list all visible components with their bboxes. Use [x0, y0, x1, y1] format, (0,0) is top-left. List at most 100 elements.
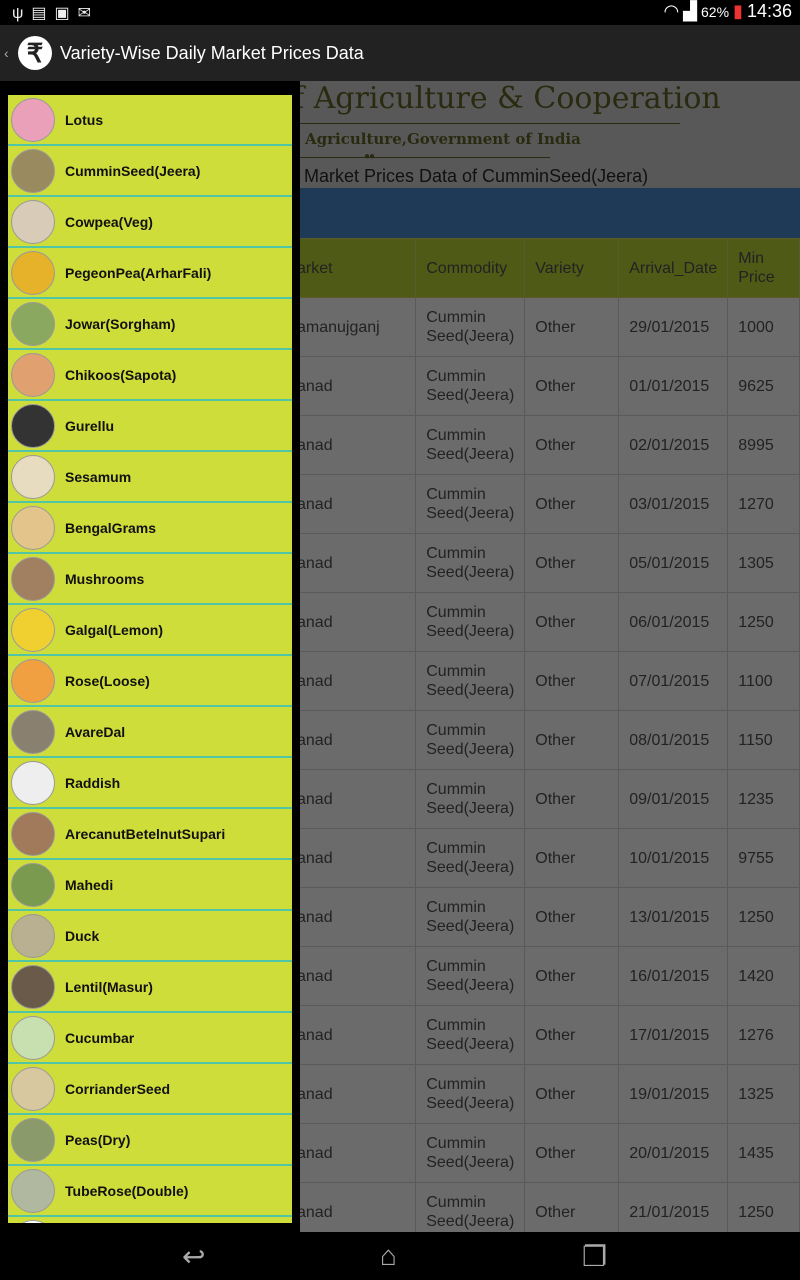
table-cell: anad — [289, 1123, 417, 1183]
commodity-thumbnail-icon — [11, 1168, 55, 1213]
table-cell: anad — [289, 1182, 417, 1232]
commodity-thumbnail-icon — [11, 556, 55, 601]
column-header: arket — [289, 238, 417, 298]
drawer-item[interactable]: ArecanutBetelnutSupari — [8, 809, 292, 860]
drawer-item[interactable] — [8, 1217, 292, 1223]
drawer-item[interactable]: Duck — [8, 911, 292, 962]
battery-icon: ▮ — [733, 1, 743, 21]
table-cell: 9625 — [727, 356, 800, 416]
table-row: anad Cummin Seed(Jeera) Other 09/01/2015 123… — [289, 769, 800, 829]
drawer-item[interactable]: Cucumbar — [8, 1013, 292, 1064]
drawer-item-label: Mushrooms — [65, 570, 145, 587]
commodity-thumbnail-icon — [11, 964, 55, 1009]
drawer-item[interactable]: AvareDal — [8, 707, 292, 758]
table-cell: Cummin Seed(Jeera) — [415, 533, 526, 593]
back-icon[interactable]: ↩ — [182, 1240, 205, 1273]
table-cell: 9755 — [727, 828, 800, 888]
table-cell: Cummin Seed(Jeera) — [415, 1123, 526, 1183]
drawer-item[interactable]: PegeonPea(ArharFali) — [8, 248, 292, 299]
table-cell: anad — [289, 592, 417, 652]
drawer-item-label: Cowpea(Veg) — [65, 213, 153, 230]
table-cell: 03/01/2015 — [618, 474, 729, 534]
commodity-thumbnail-icon — [11, 709, 55, 754]
commodity-thumbnail-icon — [11, 97, 55, 142]
table-cell: Cummin Seed(Jeera) — [415, 887, 526, 947]
divider — [300, 157, 550, 158]
navigation-bar: ↩ ⌂ ❐ — [0, 1232, 800, 1280]
commodity-thumbnail-icon — [11, 607, 55, 652]
drawer-item-label: Rose(Loose) — [65, 672, 150, 689]
drawer-item-label: ArecanutBetelnutSupari — [65, 825, 226, 842]
table-row: anad Cummin Seed(Jeera) Other 03/01/2015 127… — [289, 474, 800, 534]
table-cell: 07/01/2015 — [618, 651, 729, 711]
table-cell: anad — [289, 356, 417, 416]
up-caret-icon[interactable]: ‹ — [4, 45, 18, 61]
commodity-thumbnail-icon — [11, 811, 55, 856]
drawer-item[interactable]: Mushrooms — [8, 554, 292, 605]
drawer-item-label: BengalGrams — [65, 519, 157, 536]
drawer-item-label: PegeonPea(ArharFali) — [65, 264, 212, 281]
drawer-item[interactable]: Peas(Dry) — [8, 1115, 292, 1166]
recents-icon[interactable]: ❐ — [582, 1240, 607, 1273]
drawer-item[interactable]: Cowpea(Veg) — [8, 197, 292, 248]
table-cell: anad — [289, 415, 417, 475]
drawer-item[interactable]: Lentil(Masur) — [8, 962, 292, 1013]
action-bar: ‹ ₹ Variety-Wise Daily Market Prices Dat… — [0, 25, 800, 81]
commodity-thumbnail-icon — [11, 148, 55, 193]
drawer-item-label: Duck — [65, 927, 100, 944]
drawer-item[interactable]: Sesamum — [8, 452, 292, 503]
drawer-item[interactable]: Raddish — [8, 758, 292, 809]
table-cell: 1276 — [727, 1005, 800, 1065]
ornament: ●● — [364, 151, 375, 162]
table-cell: Other — [524, 1182, 620, 1232]
table-cell: Cummin Seed(Jeera) — [415, 651, 526, 711]
drawer-item[interactable]: Gurellu — [8, 401, 292, 452]
drawer-item[interactable]: Mahedi — [8, 860, 292, 911]
table-row: anad Cummin Seed(Jeera) Other 07/01/2015 110… — [289, 651, 800, 711]
table-cell: 1000 — [727, 297, 800, 357]
table-cell: Other — [524, 769, 620, 829]
table-cell: Cummin Seed(Jeera) — [415, 1182, 526, 1232]
drawer-item[interactable]: Galgal(Lemon) — [8, 605, 292, 656]
table-cell: 01/01/2015 — [618, 356, 729, 416]
table-cell: Cummin Seed(Jeera) — [415, 946, 526, 1006]
table-cell: 06/01/2015 — [618, 592, 729, 652]
commodity-thumbnail-icon — [11, 1117, 55, 1162]
banner-heading: f Agriculture & Cooperation — [293, 81, 721, 116]
table-cell: Cummin Seed(Jeera) — [415, 356, 526, 416]
table-cell: Other — [524, 297, 620, 357]
drawer-item-label: TubeRose(Double) — [65, 1182, 189, 1199]
table-cell: anad — [289, 651, 417, 711]
drawer-item[interactable]: TubeRose(Double) — [8, 1166, 292, 1217]
commodity-thumbnail-icon — [11, 1015, 55, 1060]
navigation-drawer: Lotus CumminSeed(Jeera) Cowpea(Veg) PegeonP… — [0, 81, 300, 1232]
drawer-item[interactable]: BengalGrams — [8, 503, 292, 554]
commodity-thumbnail-icon — [11, 505, 55, 550]
table-cell: Other — [524, 828, 620, 888]
column-header: Commodity — [415, 238, 526, 298]
rupee-icon[interactable]: ₹ — [18, 36, 52, 70]
table-cell: Other — [524, 533, 620, 593]
drawer-item[interactable]: Lotus — [8, 95, 292, 146]
table-row: anad Cummin Seed(Jeera) Other 19/01/2015 132… — [289, 1064, 800, 1124]
commodity-thumbnail-icon — [11, 1066, 55, 1111]
drawer-item[interactable]: Jowar(Sorgham) — [8, 299, 292, 350]
commodity-list[interactable]: Lotus CumminSeed(Jeera) Cowpea(Veg) PegeonP… — [8, 95, 292, 1223]
table-cell: 1325 — [727, 1064, 800, 1124]
commodity-thumbnail-icon — [11, 1219, 55, 1223]
drawer-item[interactable]: Rose(Loose) — [8, 656, 292, 707]
table-cell: 1100 — [727, 651, 800, 711]
commodity-thumbnail-icon — [11, 913, 55, 958]
drawer-item[interactable]: CorrianderSeed — [8, 1064, 292, 1115]
commodity-thumbnail-icon — [11, 199, 55, 244]
drawer-item[interactable]: Chikoos(Sapota) — [8, 350, 292, 401]
home-icon[interactable]: ⌂ — [380, 1240, 397, 1272]
divider — [300, 123, 680, 124]
drawer-item-label: Galgal(Lemon) — [65, 621, 164, 638]
table-cell: 10/01/2015 — [618, 828, 729, 888]
table-cell: anad — [289, 710, 417, 770]
drawer-item[interactable]: CumminSeed(Jeera) — [8, 146, 292, 197]
table-cell: Cummin Seed(Jeera) — [415, 769, 526, 829]
commodity-thumbnail-icon — [11, 862, 55, 907]
table-cell: amanujganj — [289, 297, 417, 357]
